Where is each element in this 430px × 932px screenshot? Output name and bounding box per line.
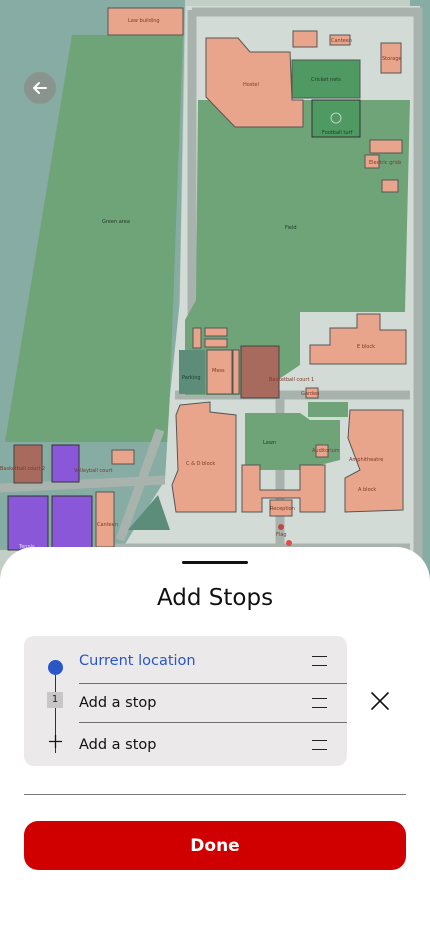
label-auditorium: Auditorium [312, 448, 340, 454]
c-d-block[interactable] [171, 401, 237, 513]
drag-handle-icon[interactable] [312, 698, 327, 708]
label-cricket-nets: Cricket nets [311, 77, 341, 83]
stop-label: Add a stop [79, 695, 157, 711]
done-button[interactable]: Done [24, 821, 406, 870]
label-e-block: E block [357, 344, 375, 350]
label-lawn: Lawn [263, 440, 276, 446]
canteen[interactable] [95, 491, 115, 548]
label-amphitheatre: Amphitheatre [349, 457, 383, 463]
campus-map[interactable]: Law building Canteen Storage Hostel Cric… [0, 0, 430, 600]
drag-handle-icon[interactable] [312, 656, 327, 666]
label-football-turf: Football turf [322, 130, 353, 136]
label-storage: Storage [382, 56, 402, 62]
label-basketball-court-2: Basketball court 2 [0, 466, 45, 472]
sheet-title: Add Stops [156, 585, 274, 611]
location-dot-icon [48, 660, 63, 675]
label-canteen-top: Canteen [331, 38, 352, 44]
label-c-d-block: C & D block [186, 461, 215, 467]
divider [79, 722, 347, 723]
label-reception: Reception [270, 506, 295, 512]
tennis-court-2[interactable] [51, 495, 93, 551]
label-parking: Parking [182, 375, 201, 381]
tennis-court-1[interactable] [7, 495, 49, 551]
label-basketball-court-1: Basketball court 1 [269, 377, 314, 383]
stop-row-current[interactable]: Current location [24, 642, 347, 682]
electric-grids[interactable] [369, 139, 403, 154]
basketball-court-1[interactable] [240, 345, 280, 399]
arrow-left-icon [33, 82, 47, 94]
label-hostel: Hostel [243, 82, 259, 88]
stop-label: Add a stop [79, 737, 157, 753]
back-button[interactable] [24, 72, 56, 104]
lawn[interactable] [245, 413, 340, 470]
label-law-building: Law building [128, 18, 160, 24]
label-canteen: Canteen [97, 522, 118, 528]
label-mess: Mess [212, 368, 225, 374]
volleyball-court[interactable] [51, 444, 80, 483]
divider [24, 794, 406, 795]
stop-row-1[interactable]: 1 Add a stop [24, 684, 347, 724]
label-flag: Flag [276, 532, 287, 538]
label-electric-grids: Electric grids [369, 160, 402, 166]
stops-list: Current location 1 Add a stop Add a stop [24, 636, 347, 766]
label-green-area: Green area [102, 219, 130, 225]
flag[interactable] [278, 524, 284, 530]
add-stops-sheet: Add Stops Current location 1 Add a stop … [0, 547, 430, 932]
close-icon[interactable] [369, 690, 391, 712]
stop-number-badge: 1 [47, 692, 63, 708]
sheet-drag-handle[interactable] [182, 561, 248, 564]
label-field: Field [285, 225, 297, 231]
label-a-block: A block [358, 487, 376, 493]
label-garden: Garden [301, 391, 319, 397]
label-volleyball-court: Volleyball court [74, 468, 113, 474]
basketball-court-2[interactable] [13, 444, 43, 484]
plus-icon [49, 735, 62, 748]
stop-label: Current location [79, 653, 196, 669]
drag-handle-icon[interactable] [312, 740, 327, 750]
stop-row-add[interactable]: Add a stop [24, 726, 347, 766]
